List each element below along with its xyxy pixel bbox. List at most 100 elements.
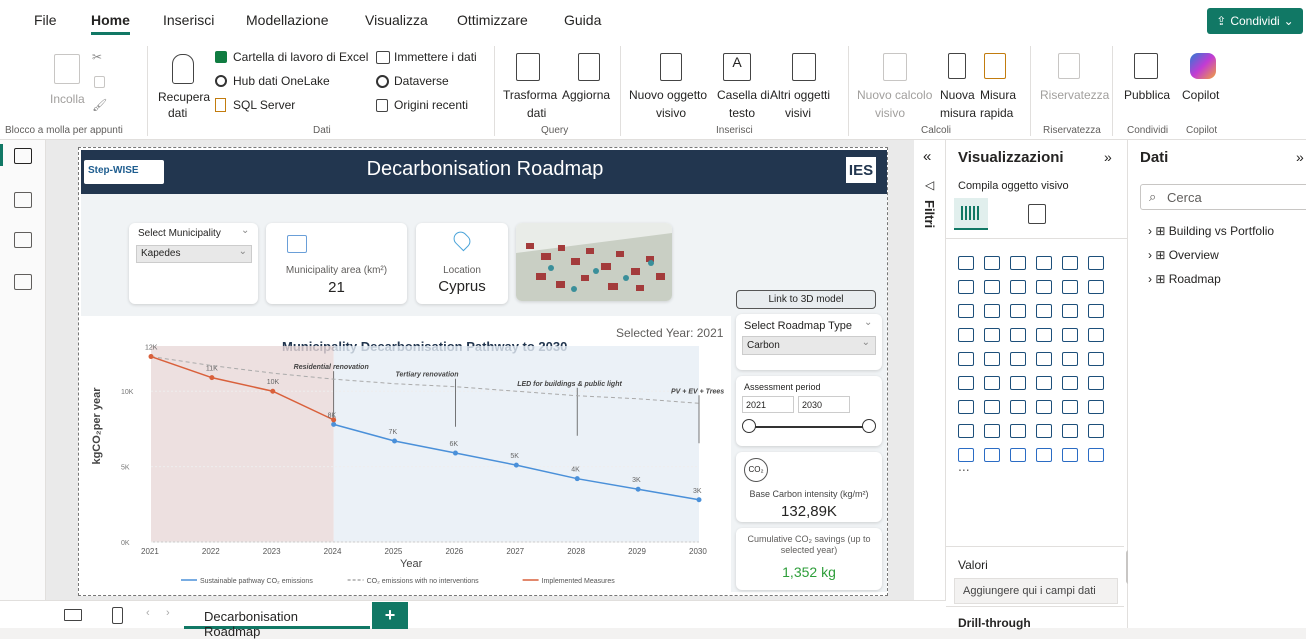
filters-pane-collapsed[interactable]: « ◁ Filtri <box>914 140 946 600</box>
visual-type-icon[interactable] <box>1062 424 1078 438</box>
visual-type-icon[interactable] <box>1088 352 1104 366</box>
data-search-box[interactable]: ⌕ Cerca <box>1140 184 1306 210</box>
dataverse-button[interactable]: Dataverse <box>394 74 449 88</box>
expand-icon[interactable]: « <box>923 148 931 165</box>
visual-type-icon[interactable] <box>1062 376 1078 390</box>
visual-type-icon[interactable] <box>1010 448 1026 462</box>
visual-type-icon[interactable] <box>1088 448 1104 462</box>
new-measure-button[interactable]: Nuova <box>940 88 975 102</box>
new-calculation-button[interactable]: Nuovo calcolo <box>857 88 932 102</box>
copy-icon[interactable] <box>94 76 105 88</box>
visual-type-icon[interactable] <box>1010 400 1026 414</box>
model-view-icon[interactable] <box>14 232 32 248</box>
visual-type-icon[interactable] <box>1036 400 1052 414</box>
visual-type-icon[interactable] <box>1036 376 1052 390</box>
format-painter-icon[interactable]: 🖌 <box>92 98 107 112</box>
sql-server-button[interactable]: SQL Server <box>233 98 295 112</box>
table-item[interactable]: › ⊞ Roadmap <box>1148 272 1221 286</box>
visual-type-icon[interactable] <box>1036 256 1052 270</box>
previous-page-icon[interactable]: ‹ <box>146 607 150 619</box>
visual-type-icon[interactable] <box>958 304 974 318</box>
visual-type-icon[interactable] <box>1088 424 1104 438</box>
visual-type-icon[interactable] <box>958 400 974 414</box>
visual-type-icon[interactable] <box>958 424 974 438</box>
menu-modeling[interactable]: Modellazione <box>246 12 329 28</box>
get-data-button[interactable]: Recupera <box>158 90 210 104</box>
visual-type-icon[interactable] <box>984 424 1000 438</box>
period-start-input[interactable]: 2021 <box>742 396 794 413</box>
visual-type-icon[interactable] <box>984 400 1000 414</box>
share-button[interactable]: ⇪ Condividi ⌄ <box>1207 8 1303 34</box>
visual-type-icon[interactable] <box>958 280 974 294</box>
collapse-icon[interactable]: » <box>1296 149 1304 165</box>
visual-type-icon[interactable] <box>1036 448 1052 462</box>
visual-type-icon[interactable] <box>1062 304 1078 318</box>
menu-insert[interactable]: Inserisci <box>163 12 214 28</box>
visual-type-icon[interactable] <box>1062 352 1078 366</box>
visual-type-icon[interactable] <box>984 328 1000 342</box>
visual-type-icon[interactable] <box>958 328 974 342</box>
menu-help[interactable]: Guida <box>564 12 601 28</box>
roadmap-type-dropdown[interactable]: Carbon ⌄ <box>742 336 876 355</box>
menu-home[interactable]: Home <box>91 12 130 35</box>
mobile-view-icon[interactable] <box>112 607 123 624</box>
visual-type-icon[interactable] <box>984 280 1000 294</box>
visual-type-icon[interactable] <box>1010 376 1026 390</box>
link-3d-model-button[interactable]: Link to 3D model <box>736 290 876 309</box>
visual-type-icon[interactable] <box>1010 256 1026 270</box>
menu-optimize[interactable]: Ottimizzare <box>457 12 528 28</box>
sensitivity-button[interactable]: Riservatezza <box>1040 88 1109 102</box>
text-box-button[interactable]: Casella di <box>717 88 770 102</box>
visual-type-icon[interactable] <box>984 376 1000 390</box>
visual-type-icon[interactable] <box>958 256 974 270</box>
visual-type-icon[interactable] <box>1010 424 1026 438</box>
report-view-icon[interactable] <box>14 148 32 164</box>
visual-type-icon[interactable] <box>1062 400 1078 414</box>
cut-icon[interactable]: ✂ <box>92 50 102 64</box>
visual-type-icon[interactable] <box>1062 448 1078 462</box>
copilot-button[interactable]: Copilot <box>1182 88 1219 102</box>
onelake-button[interactable]: Hub dati OneLake <box>233 74 330 88</box>
visual-type-icon[interactable] <box>1036 280 1052 294</box>
page-tab-decarbonisation-roadmap[interactable]: Decarbonisation Roadmap <box>184 601 370 639</box>
quick-measure-button[interactable]: Misura <box>980 88 1016 102</box>
add-page-button[interactable]: + <box>372 602 408 629</box>
table-item[interactable]: › ⊞ Building vs Portfolio <box>1148 224 1274 238</box>
municipality-dropdown[interactable]: Kapedes ⌄ <box>136 245 252 263</box>
visual-type-icon[interactable] <box>1088 256 1104 270</box>
transform-data-button[interactable]: Trasforma <box>503 88 557 102</box>
visual-type-icon[interactable] <box>1010 328 1026 342</box>
visual-type-icon[interactable] <box>984 256 1000 270</box>
collapse-icon[interactable]: » <box>1104 149 1112 165</box>
visual-type-icon[interactable] <box>984 304 1000 318</box>
visual-type-icon[interactable] <box>984 352 1000 366</box>
visual-type-icon[interactable] <box>958 352 974 366</box>
period-end-input[interactable]: 2030 <box>798 396 850 413</box>
menu-file[interactable]: File <box>34 12 57 28</box>
recent-sources-button[interactable]: Origini recenti <box>394 98 468 112</box>
period-slider-end-handle[interactable] <box>862 419 876 433</box>
table-item[interactable]: › ⊞ Overview <box>1148 248 1219 262</box>
visual-type-icon[interactable] <box>1088 328 1104 342</box>
visual-type-icon[interactable] <box>1010 304 1026 318</box>
build-visual-tab[interactable] <box>954 198 988 230</box>
format-visual-icon[interactable] <box>1028 204 1046 224</box>
visual-type-icon[interactable] <box>1010 352 1026 366</box>
more-visuals-ellipsis[interactable]: ... <box>958 458 970 474</box>
visual-type-icon[interactable] <box>958 376 974 390</box>
enter-data-button[interactable]: Immettere i dati <box>394 50 477 64</box>
values-drop-zone[interactable]: Aggiungere qui i campi dati <box>954 578 1118 604</box>
dax-query-icon[interactable] <box>14 274 32 290</box>
visual-type-icon[interactable] <box>1088 376 1104 390</box>
paste-button[interactable]: Incolla <box>50 92 85 106</box>
desktop-view-icon[interactable] <box>64 609 82 621</box>
visual-type-icon[interactable] <box>1088 280 1104 294</box>
visual-type-icon[interactable] <box>1088 304 1104 318</box>
visual-type-icon[interactable] <box>1062 280 1078 294</box>
visual-type-icon[interactable] <box>1010 280 1026 294</box>
table-view-icon[interactable] <box>14 192 32 208</box>
visual-type-icon[interactable] <box>1036 328 1052 342</box>
visual-type-icon[interactable] <box>1036 424 1052 438</box>
next-page-icon[interactable]: › <box>166 607 170 619</box>
more-visuals-button[interactable]: Altri oggetti <box>770 88 830 102</box>
